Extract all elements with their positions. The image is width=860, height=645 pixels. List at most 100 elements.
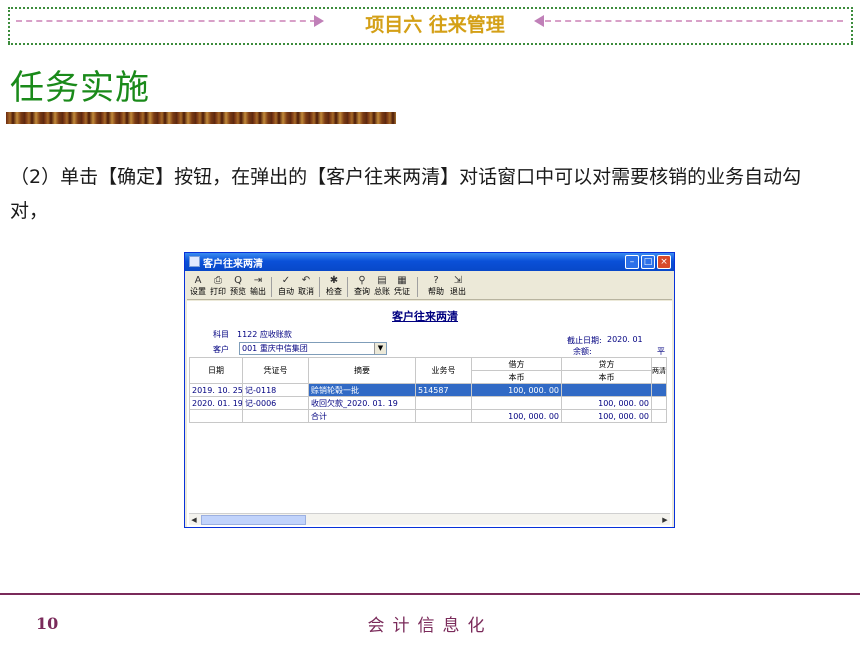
cell-clear[interactable] [651, 383, 667, 397]
chevron-down-icon[interactable]: ▼ [374, 343, 386, 354]
auto-icon: ✓ [281, 275, 291, 286]
customer-select[interactable]: 001 重庆中信集团 ▼ [239, 342, 387, 355]
header-dash-left [16, 20, 316, 22]
header-dash-right [545, 20, 843, 22]
column-header-summary[interactable]: 摘要 [308, 357, 416, 384]
customer-select-value: 001 重庆中信集团 [242, 344, 308, 353]
table-row[interactable]: 2019. 10. 25 记-0118 赊销轮毂一批 514587 100, 0… [189, 383, 667, 397]
toolbar-separator [417, 277, 418, 297]
app-icon [189, 256, 200, 267]
cell-date[interactable]: 2020. 01. 19 [189, 396, 243, 410]
toolbar-exit-button[interactable]: ⇲ 退出 [449, 275, 467, 299]
cell-clear[interactable] [651, 396, 667, 410]
maximize-button[interactable]: □ [641, 255, 655, 269]
minimize-icon: – [629, 257, 635, 267]
column-header-biz-no[interactable]: 业务号 [415, 357, 472, 384]
header-title: 项目六 往来管理 [365, 14, 505, 36]
column-header-debit[interactable]: 借方 [471, 357, 562, 371]
binoculars-icon: ⚲ [358, 275, 366, 286]
toolbar-ledger-button[interactable]: ▤ 总账 [373, 275, 391, 299]
column-header-voucher[interactable]: 凭证号 [242, 357, 309, 384]
cell-date[interactable]: 2019. 10. 25 [189, 383, 243, 397]
toolbar-print-button[interactable]: ⎙ 打印 [209, 275, 227, 299]
toolbar-separator [271, 277, 272, 297]
preview-icon: Q [234, 275, 242, 286]
toolbar-query-button[interactable]: ⚲ 查询 [353, 275, 371, 299]
window-title: 客户往来两清 [203, 259, 263, 270]
column-header-date[interactable]: 日期 [189, 357, 243, 384]
cell-debit[interactable] [471, 396, 562, 410]
toolbar-voucher-button[interactable]: ▦ 凭证 [393, 275, 411, 299]
task-title: 任务实施 [10, 68, 150, 108]
cell-clear [651, 409, 667, 423]
cell-debit: 100, 000. 00 [471, 409, 562, 423]
balance-value: 平 [657, 347, 665, 356]
close-button[interactable]: × [657, 255, 671, 269]
toolbar-separator [347, 277, 348, 297]
header-divider [8, 43, 853, 45]
cutoff-value: 2020. 01 [607, 335, 643, 344]
toolbar-help-button[interactable]: ? 帮助 [427, 275, 445, 299]
toolbar-check-button[interactable]: ✱ 检查 [325, 275, 343, 299]
window-titlebar[interactable]: 客户往来两清 – □ × [185, 253, 674, 271]
settings-icon: A [194, 275, 202, 286]
cell-voucher [242, 409, 309, 423]
cell-biz-no [415, 409, 472, 423]
scroll-right-icon[interactable]: ▶ [660, 515, 670, 525]
cell-summary[interactable]: 赊销轮毂一批 [308, 383, 416, 397]
check-icon: ✱ [329, 275, 339, 286]
document-title: 客户往来两清 [392, 310, 458, 323]
arrow-right-icon [314, 15, 324, 27]
footer-text: 会计信息化 [367, 616, 493, 636]
cell-voucher[interactable]: 记-0118 [242, 383, 309, 397]
table-row[interactable]: 合计 100, 000. 00 100, 000. 00 [189, 409, 667, 423]
help-icon: ? [433, 275, 439, 286]
subject-value: 1122 应收账款 [237, 330, 292, 339]
column-subheader-credit: 本币 [561, 370, 652, 384]
cell-debit[interactable]: 100, 000. 00 [471, 383, 562, 397]
document-area: 客户往来两清 科目 1122 应收账款 截止日期: 2020. 01 客户 00… [187, 301, 672, 527]
dialog-window: 客户往来两清 – □ × A 设置 ⎙ 打印 Q 预览 ⇥ 输出 ✓ 自动 ↶ … [184, 252, 675, 528]
cell-summary: 合计 [308, 409, 416, 423]
cell-date [189, 409, 243, 423]
cutoff-label: 截止日期: [567, 336, 602, 345]
cell-credit: 100, 000. 00 [561, 409, 652, 423]
cell-summary[interactable]: 收回欠款_2020. 01. 19 [308, 396, 416, 410]
toolbar-auto-button[interactable]: ✓ 自动 [277, 275, 295, 299]
customer-label: 客户 [213, 345, 229, 354]
toolbar: A 设置 ⎙ 打印 Q 预览 ⇥ 输出 ✓ 自动 ↶ 取消 ✱ 检查 ⚲ 查询 … [187, 274, 672, 300]
close-icon: × [660, 257, 668, 267]
column-header-credit[interactable]: 贷方 [561, 357, 652, 371]
toolbar-settings-button[interactable]: A 设置 [189, 275, 207, 299]
exit-icon: ⇲ [453, 275, 463, 286]
maximize-icon: □ [643, 257, 653, 267]
cell-biz-no[interactable]: 514587 [415, 383, 472, 397]
subject-label: 科目 [213, 330, 229, 339]
toolbar-separator [319, 277, 320, 297]
cell-credit[interactable]: 100, 000. 00 [561, 396, 652, 410]
column-header-clear[interactable]: 两清 [651, 357, 667, 384]
voucher-icon: ▦ [397, 275, 407, 286]
instruction-paragraph: （2）单击【确定】按钮，在弹出的【客户往来两清】对话窗口中可以对需要核销的业务自… [10, 166, 802, 222]
horizontal-scrollbar[interactable]: ◀ ▶ [189, 513, 670, 525]
column-subheader-debit: 本币 [471, 370, 562, 384]
toolbar-preview-button[interactable]: Q 预览 [229, 275, 247, 299]
export-icon: ⇥ [253, 275, 263, 286]
scrollbar-thumb[interactable] [201, 515, 306, 525]
scroll-left-icon[interactable]: ◀ [189, 515, 199, 525]
undo-icon: ↶ [301, 275, 311, 286]
reconciliation-grid: 日期 凭证号 摘要 业务号 借方 贷方 两清 本币 本币 2019. 10. 2… [189, 357, 667, 423]
balance-label: 余额: [573, 347, 592, 356]
page-number: 10 [36, 614, 59, 633]
minimize-button[interactable]: – [625, 255, 639, 269]
print-icon: ⎙ [214, 275, 222, 286]
footer-divider [0, 593, 860, 595]
cell-voucher[interactable]: 记-0006 [242, 396, 309, 410]
cell-biz-no[interactable] [415, 396, 472, 410]
table-row[interactable]: 2020. 01. 19 记-0006 收回欠款_2020. 01. 19 10… [189, 396, 667, 410]
ledger-icon: ▤ [377, 275, 387, 286]
toolbar-cancel-button[interactable]: ↶ 取消 [297, 275, 315, 299]
decorative-texture-bar [6, 112, 396, 124]
toolbar-export-button[interactable]: ⇥ 输出 [249, 275, 267, 299]
cell-credit[interactable] [561, 383, 652, 397]
